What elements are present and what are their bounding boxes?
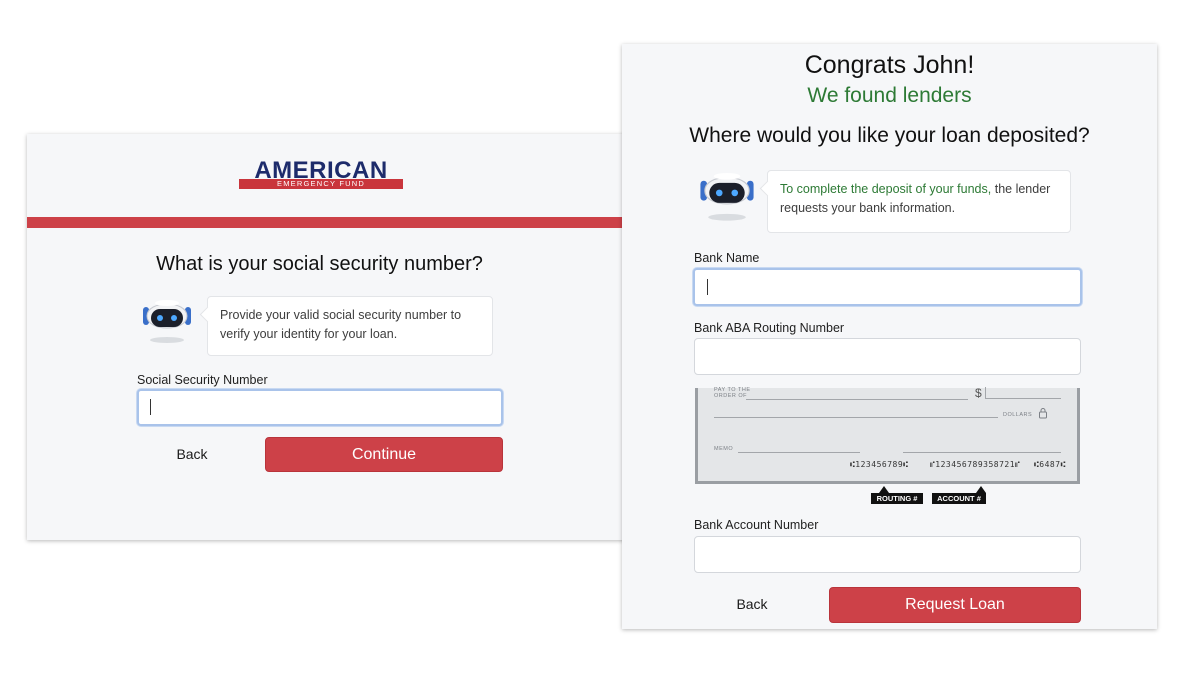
progress-bar (27, 217, 658, 228)
bank-details-card: Congrats John! We found lenders Where wo… (622, 44, 1157, 629)
check-amount-box (985, 387, 1061, 399)
routing-number-label: Bank ABA Routing Number (694, 321, 845, 335)
check-micr-routing: ⑆123456789⑆ (850, 460, 909, 469)
check-dollar-sign: $ (975, 386, 982, 400)
assistant-message-highlight: To complete the deposit of your funds, (780, 182, 992, 196)
lock-icon (1039, 408, 1047, 419)
bank-name-label: Bank Name (694, 251, 760, 265)
check-signature-line (903, 452, 1061, 453)
logo-subtitle: EMERGENCY FUND (239, 179, 403, 189)
congrats-heading: Congrats John! (804, 51, 975, 79)
check-payee-line (746, 399, 968, 400)
assistant-message: To complete the deposit of your funds, t… (767, 170, 1071, 233)
american-emergency-fund-logo: AMERICAN EMERGENCY FUND (239, 159, 403, 189)
check-written-amount-line (714, 417, 998, 418)
check-dollars-label: DOLLARS (1003, 412, 1033, 418)
ssn-label: Social Security Number (137, 373, 268, 387)
routing-number-tag: ROUTING # (871, 486, 923, 504)
assistant-message: Provide your valid social security numbe… (207, 296, 493, 356)
lenders-found-subheading: We found lenders (807, 84, 972, 107)
check-order-of: ORDER OF (714, 393, 748, 399)
routing-number-input[interactable] (694, 338, 1081, 375)
ssn-input[interactable] (137, 389, 503, 426)
progress-bar-fill (27, 217, 627, 228)
check-micr-check-number: ⑆6487⑆ (1034, 460, 1066, 469)
back-button[interactable]: Back (157, 446, 227, 466)
text-cursor (150, 399, 151, 415)
check-image: PAY TO THE ORDER OF $ DOLLARS MEMO ⑆1234… (695, 386, 1080, 484)
page-title: What is your social security number? (156, 253, 483, 275)
check-memo-label: MEMO (714, 446, 734, 452)
account-number-input[interactable] (694, 536, 1081, 573)
robot-assistant-icon (143, 300, 191, 343)
request-loan-button[interactable]: Request Loan (829, 587, 1081, 623)
check-memo-line (738, 452, 860, 453)
page-title: Where would you like your loan deposited… (689, 124, 1090, 147)
ssn-step-card: AMERICAN EMERGENCY FUND What is your soc… (27, 134, 658, 540)
account-number-tag: ACCOUNT # (932, 486, 986, 504)
bank-name-input[interactable] (693, 268, 1082, 306)
check-micr-account: ⑈123456789358721⑈ (930, 460, 1021, 469)
sample-check-illustration: PAY TO THE ORDER OF $ DOLLARS MEMO ⑆1234… (695, 386, 1080, 508)
account-number-label: Bank Account Number (694, 518, 819, 532)
continue-button[interactable]: Continue (265, 437, 503, 472)
back-button[interactable]: Back (717, 596, 787, 616)
text-cursor (707, 279, 708, 295)
robot-assistant-icon (700, 172, 754, 221)
